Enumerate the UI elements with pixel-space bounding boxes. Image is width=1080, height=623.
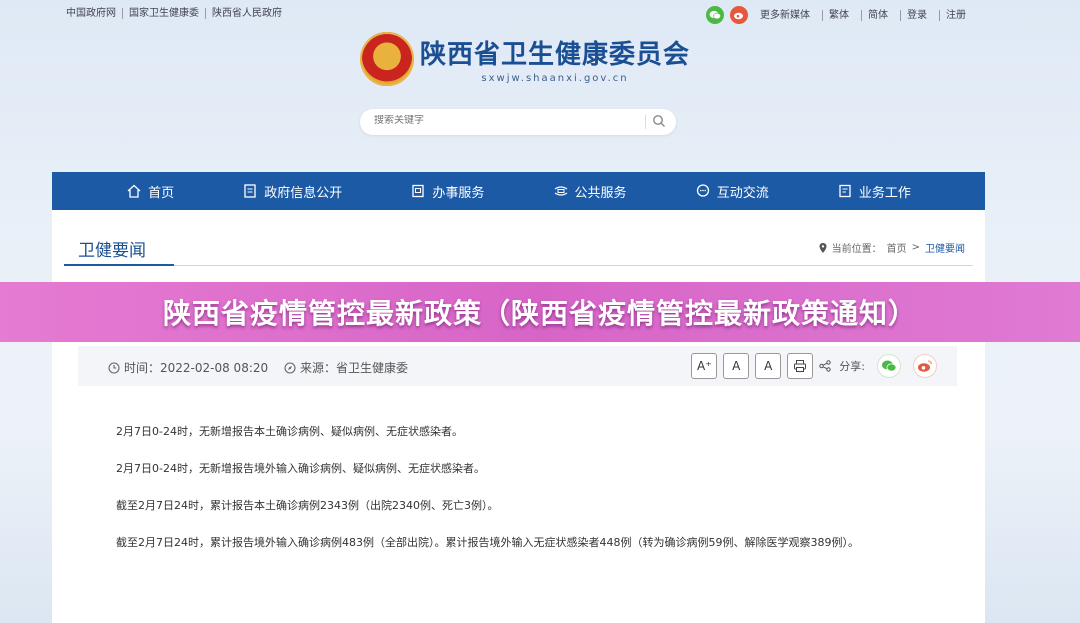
location-pin-icon [819, 242, 827, 253]
article-meta-bar: 时间：2022-02-08 08:20 来源：省卫生健康委 A⁺ A A 分享: [78, 346, 957, 386]
article-paragraph: 截至2月7日24时，累计报告境外输入确诊病例483例（全部出院）。累计报告境外输… [116, 536, 859, 549]
top-right-links: 更多新媒体 繁体 简体 登录 注册 [706, 6, 972, 24]
nav-label: 政府信息公开 [264, 185, 343, 201]
weibo-icon [918, 360, 933, 372]
nav-item-gov-info[interactable]: 政府信息公开 [242, 182, 342, 201]
share-icon [819, 360, 831, 372]
public-icon [554, 186, 567, 196]
new-media-link[interactable]: 更多新媒体 [754, 10, 816, 21]
traditional-chinese-link[interactable]: 繁体 [822, 9, 855, 21]
top-links: 中国政府网 国家卫生健康委 陕西省人民政府 [66, 8, 288, 19]
site-title: 陕西省卫生健康委员会 [420, 40, 691, 70]
link-shaanxi-gov[interactable]: 陕西省人民政府 [205, 8, 288, 19]
document-icon [244, 184, 256, 198]
work-icon [839, 184, 851, 198]
breadcrumb-current[interactable]: 卫健要闻 [925, 240, 965, 255]
login-link[interactable]: 登录 [900, 9, 933, 21]
overlay-title: 陕西省疫情管控最新政策（陕西省疫情管控最新政策通知） [162, 297, 917, 330]
compass-icon [284, 361, 296, 374]
home-icon [127, 184, 141, 198]
nav-label: 首页 [148, 185, 175, 201]
article-body: 2月7日0-24时，无新增报告本土确诊病例、疑似病例、无症状感染者。 2月7日0… [116, 425, 956, 573]
search-icon[interactable] [652, 114, 666, 128]
background-decoration-right [980, 403, 1080, 623]
breadcrumb-label: 当前位置： [831, 244, 882, 255]
article-paragraph: 截至2月7日24时，累计报告本土确诊病例2343例（出院2340例、死亡3例）。 [116, 499, 499, 512]
nav-item-home[interactable]: 首页 [126, 182, 174, 201]
nav-item-business-work[interactable]: 业务工作 [837, 182, 911, 201]
publish-time: 时间：2022-02-08 08:20 [108, 359, 268, 376]
font-small-button[interactable]: A [755, 353, 782, 379]
share-weibo-button[interactable] [913, 354, 937, 378]
link-gov-cn[interactable]: 中国政府网 [66, 8, 122, 19]
wechat-icon[interactable] [706, 6, 724, 24]
article-tools: A⁺ A A 分享: [691, 353, 937, 379]
section-title: 卫健要闻 [78, 241, 146, 261]
breadcrumb-home[interactable]: 首页 [887, 240, 907, 255]
weibo-icon[interactable] [730, 6, 748, 24]
printer-icon [794, 360, 807, 372]
nav-label: 互动交流 [716, 185, 769, 201]
share-label: 分享: [839, 360, 865, 373]
national-emblem-icon [360, 32, 414, 86]
breadcrumb: 当前位置： 首页 > 卫健要闻 [819, 240, 965, 255]
top-bar: 中国政府网 国家卫生健康委 陕西省人民政府 更多新媒体 繁体 简体 登录 注册 [0, 0, 1080, 28]
publish-time-text: 时间：2022-02-08 08:20 [124, 361, 269, 375]
breadcrumb-separator: > [911, 242, 920, 253]
nav-label: 业务工作 [858, 185, 911, 201]
register-link[interactable]: 注册 [939, 9, 972, 21]
article-source-text: 来源：省卫生健康委 [300, 361, 409, 375]
search-input[interactable] [374, 115, 634, 126]
nav-item-public-services[interactable]: 公共服务 [553, 182, 627, 201]
share-wechat-button[interactable] [877, 354, 901, 378]
simplified-chinese-link[interactable]: 简体 [861, 9, 894, 21]
article-source: 来源：省卫生健康委 [284, 359, 408, 376]
search-divider [645, 115, 646, 129]
link-nhc[interactable]: 国家卫生健康委 [122, 8, 205, 19]
site-logo[interactable]: 陕西省卫生健康委员会 sxwjw.shaanxi.gov.cn [360, 32, 690, 86]
wechat-icon [882, 360, 897, 372]
service-icon [412, 184, 425, 198]
nav-label: 公共服务 [574, 185, 627, 201]
main-nav: 首页 政府信息公开 办事服务 公共服务 互动交流 业务工作 [52, 172, 985, 210]
nav-label: 办事服务 [432, 185, 485, 201]
chat-icon [696, 184, 709, 197]
font-medium-button[interactable]: A [723, 353, 750, 379]
site-title-block: 陕西省卫生健康委员会 sxwjw.shaanxi.gov.cn [420, 34, 690, 84]
article-paragraph: 2月7日0-24时，无新增报告境外输入确诊病例、疑似病例、无症状感染者。 [116, 462, 485, 475]
font-increase-button[interactable]: A⁺ [691, 353, 718, 379]
print-button[interactable] [787, 353, 814, 379]
article-paragraph: 2月7日0-24时，无新增报告本土确诊病例、疑似病例、无症状感染者。 [116, 425, 463, 438]
nav-item-interaction[interactable]: 互动交流 [695, 182, 769, 201]
section-title-underline [64, 264, 174, 266]
section-header: 卫健要闻 当前位置： 首页 > 卫健要闻 [64, 234, 973, 266]
search-box [360, 109, 676, 135]
clock-icon [108, 361, 120, 374]
title-overlay-banner: 陕西省疫情管控最新政策（陕西省疫情管控最新政策通知） [0, 282, 1080, 342]
site-domain: sxwjw.shaanxi.gov.cn [481, 73, 629, 84]
nav-item-services[interactable]: 办事服务 [410, 182, 484, 201]
